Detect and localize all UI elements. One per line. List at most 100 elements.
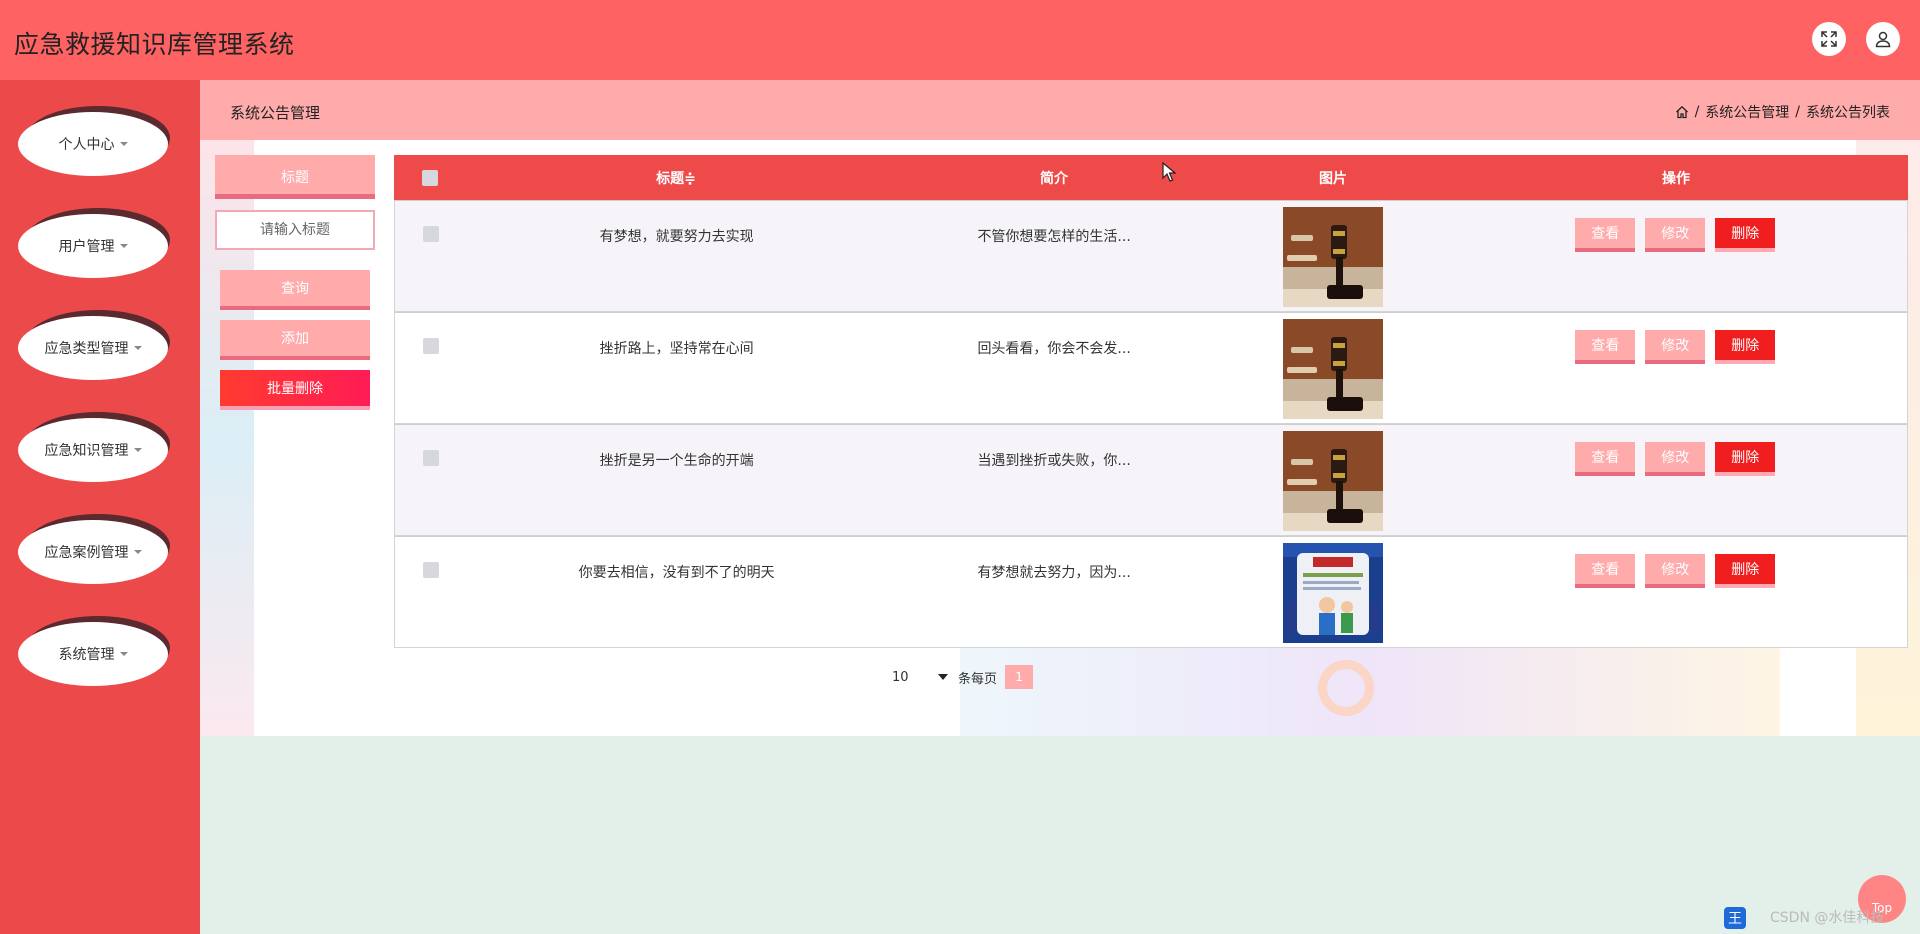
row-actions: 查看 修改 删除 — [1444, 431, 1907, 476]
edit-button[interactable]: 修改 — [1645, 442, 1706, 476]
menu-pill[interactable]: 应急知识管理 — [18, 418, 168, 482]
edit-button[interactable]: 修改 — [1645, 554, 1706, 588]
delete-button[interactable]: 删除 — [1715, 218, 1776, 252]
table-row: 挫折是另一个生命的开端 当遇到挫折或失败，你... 查看 修改 删除 — [394, 424, 1908, 536]
view-button[interactable]: 查看 — [1575, 554, 1636, 588]
header-checkbox-cell — [394, 169, 466, 186]
breadcrumb-separator: / — [1694, 104, 1700, 120]
column-header-title[interactable]: 标题≑ — [466, 168, 886, 188]
chevron-down-icon — [938, 674, 948, 680]
row-picture-cell — [1222, 543, 1444, 643]
column-header-picture: 图片 — [1319, 170, 1347, 187]
gavel-thumbnail[interactable] — [1282, 431, 1383, 531]
app-title: 应急救援知识库管理系统 — [14, 30, 295, 59]
view-button[interactable]: 查看 — [1575, 330, 1636, 364]
user-icon — [1875, 31, 1891, 48]
row-intro: 不管你想要怎样的生活... — [977, 229, 1131, 245]
row-picture-cell — [1222, 431, 1444, 531]
sidebar-item-label: 用户管理 — [58, 239, 115, 255]
row-checkbox-cell — [395, 431, 467, 466]
caret-down-icon — [119, 652, 128, 656]
sidebar-item-label: 个人中心 — [58, 137, 115, 153]
gavel-thumbnail[interactable] — [1282, 207, 1383, 307]
row-title: 有梦想，就要努力去实现 — [599, 229, 754, 245]
batch-delete-button[interactable]: 批量删除 — [220, 370, 370, 410]
delete-button[interactable]: 删除 — [1715, 330, 1776, 364]
breadcrumb-bar: 系统公告管理 / 系统公告管理 / 系统公告列表 — [200, 80, 1920, 140]
mouse-cursor-icon — [1162, 162, 1176, 182]
row-checkbox-cell — [395, 319, 467, 354]
table-row: 有梦想，就要努力去实现 不管你想要怎样的生活... 查看 修改 删除 — [394, 200, 1908, 312]
delete-button[interactable]: 删除 — [1715, 554, 1776, 588]
edit-button[interactable]: 修改 — [1645, 218, 1706, 252]
row-picture-cell — [1222, 319, 1444, 419]
sidebar-item-label: 系统管理 — [58, 647, 115, 663]
page-size-select[interactable]: 10 — [890, 665, 950, 689]
row-checkbox-cell — [395, 207, 467, 242]
sidebar: 个人中心 用户管理 应急类型管理 应急知识管理 应急案例管理 系统管理 — [0, 80, 200, 934]
page-size-value: 10 — [892, 669, 909, 685]
row-intro: 当遇到挫折或失败，你... — [977, 453, 1131, 469]
per-page-label: 条每页 — [958, 671, 998, 687]
row-intro: 回头看看，你会不会发... — [977, 341, 1131, 357]
row-checkbox[interactable] — [422, 226, 439, 242]
caret-down-icon — [133, 346, 142, 350]
row-checkbox[interactable] — [422, 450, 439, 466]
sidebar-item-user-management[interactable]: 用户管理 — [18, 208, 170, 280]
fullscreen-icon — [1821, 31, 1837, 47]
pagination: 10 条每页 1 — [890, 665, 1034, 689]
row-title: 挫折路上，坚持常在心间 — [599, 341, 754, 357]
row-title: 你要去相信，没有到不了的明天 — [578, 565, 775, 581]
ime-toolbar: 王 — [1724, 907, 1746, 929]
menu-pill[interactable]: 用户管理 — [18, 214, 168, 278]
poster-thumbnail[interactable] — [1282, 543, 1383, 643]
sidebar-item-system-management[interactable]: 系统管理 — [18, 616, 170, 688]
menu-pill[interactable]: 系统管理 — [18, 622, 168, 686]
user-button[interactable] — [1866, 22, 1900, 56]
page-title: 系统公告管理 — [230, 104, 321, 122]
add-button[interactable]: 添加 — [220, 320, 370, 360]
row-actions: 查看 修改 删除 — [1444, 319, 1907, 364]
sidebar-item-emergency-type[interactable]: 应急类型管理 — [18, 310, 170, 382]
row-picture-cell — [1222, 207, 1444, 307]
table-row: 挫折路上，坚持常在心间 回头看看，你会不会发... 查看 修改 删除 — [394, 312, 1908, 424]
home-icon[interactable] — [1675, 105, 1689, 119]
column-header-ops: 操作 — [1662, 170, 1690, 187]
menu-pill[interactable]: 个人中心 — [18, 112, 168, 176]
row-actions: 查看 修改 删除 — [1444, 207, 1907, 252]
sidebar-item-label: 应急知识管理 — [44, 443, 129, 459]
breadcrumb: / 系统公告管理 / 系统公告列表 — [1675, 102, 1890, 122]
caret-down-icon — [119, 142, 128, 146]
row-actions: 查看 修改 删除 — [1444, 543, 1907, 588]
table-header: 标题≑ 简介 图片 操作 — [394, 155, 1908, 200]
view-button[interactable]: 查看 — [1575, 218, 1636, 252]
fullscreen-button[interactable] — [1812, 22, 1846, 56]
sidebar-item-emergency-knowledge[interactable]: 应急知识管理 — [18, 412, 170, 484]
ime-icon[interactable]: 王 — [1724, 907, 1746, 929]
view-button[interactable]: 查看 — [1575, 442, 1636, 476]
row-title: 挫折是另一个生命的开端 — [599, 453, 754, 469]
edit-button[interactable]: 修改 — [1645, 330, 1706, 364]
gavel-thumbnail[interactable] — [1282, 319, 1383, 419]
row-checkbox[interactable] — [422, 562, 439, 578]
breadcrumb-item[interactable]: 系统公告管理 — [1705, 102, 1789, 122]
breadcrumb-item: 系统公告列表 — [1806, 105, 1890, 121]
title-filter-label: 标题 — [215, 155, 375, 199]
caret-down-icon — [133, 550, 142, 554]
sidebar-item-personal-center[interactable]: 个人中心 — [18, 106, 170, 178]
page-number-current[interactable]: 1 — [1005, 665, 1034, 689]
query-button[interactable]: 查询 — [220, 270, 370, 310]
row-checkbox[interactable] — [422, 338, 439, 354]
menu-pill[interactable]: 应急类型管理 — [18, 316, 168, 380]
row-intro: 有梦想就去努力，因为... — [977, 565, 1131, 581]
sidebar-item-emergency-case[interactable]: 应急案例管理 — [18, 514, 170, 586]
menu-pill[interactable]: 应急案例管理 — [18, 520, 168, 584]
life-ring-decoration — [1318, 660, 1374, 716]
title-search-input[interactable] — [215, 210, 375, 250]
delete-button[interactable]: 删除 — [1715, 442, 1776, 476]
caret-down-icon — [133, 448, 142, 452]
main-content: 系统公告管理 / 系统公告管理 / 系统公告列表 标题 查询 添加 批量删除 标… — [200, 80, 1920, 736]
select-all-checkbox[interactable] — [422, 169, 438, 186]
breadcrumb-separator: / — [1795, 104, 1800, 120]
row-checkbox-cell — [395, 543, 467, 578]
